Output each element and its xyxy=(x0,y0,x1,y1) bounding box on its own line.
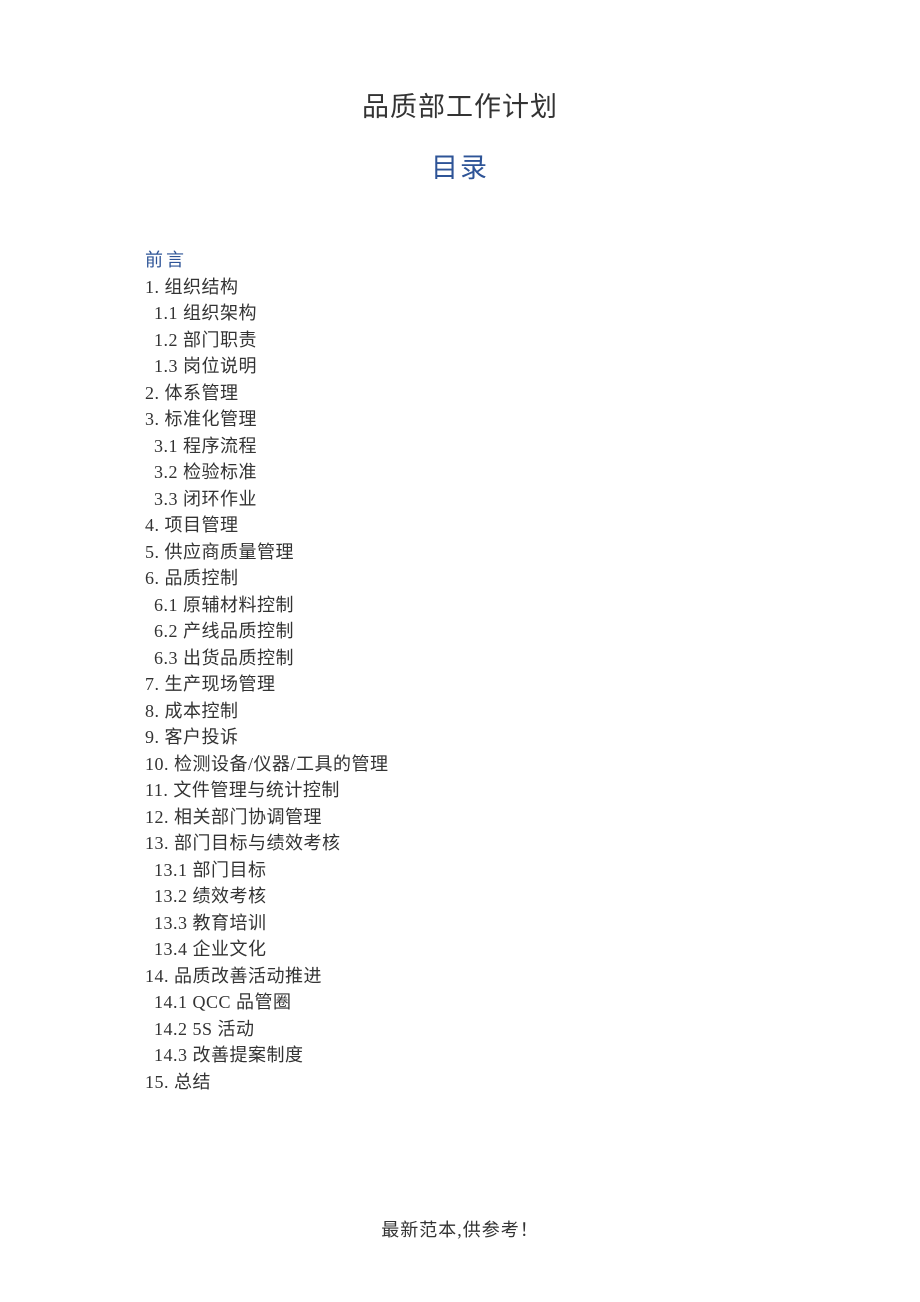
toc-item: 3. 标准化管理 xyxy=(145,406,775,433)
toc-item: 1.1 组织架构 xyxy=(145,300,775,327)
toc-item: 6.1 原辅材料控制 xyxy=(145,592,775,619)
toc-item: 1. 组织结构 xyxy=(145,274,775,301)
toc-item: 3.2 检验标准 xyxy=(145,459,775,486)
toc-item: 14. 品质改善活动推进 xyxy=(145,963,775,990)
toc-item: 3.3 闭环作业 xyxy=(145,486,775,513)
toc-item: 11. 文件管理与统计控制 xyxy=(145,777,775,804)
toc-item: 13.4 企业文化 xyxy=(145,936,775,963)
toc-item: 6.2 产线品质控制 xyxy=(145,618,775,645)
toc-item: 13. 部门目标与绩效考核 xyxy=(145,830,775,857)
document-subtitle: 目录 xyxy=(145,146,775,185)
toc-list: 1. 组织结构1.1 组织架构1.2 部门职责1.3 岗位说明2. 体系管理3.… xyxy=(145,274,775,1096)
toc-item: 6. 品质控制 xyxy=(145,565,775,592)
toc-item: 13.1 部门目标 xyxy=(145,857,775,884)
toc-item: 13.3 教育培训 xyxy=(145,910,775,937)
toc-item: 1.2 部门职责 xyxy=(145,327,775,354)
toc-item: 3.1 程序流程 xyxy=(145,433,775,460)
toc-preface: 前言 xyxy=(145,247,775,274)
toc-item: 7. 生产现场管理 xyxy=(145,671,775,698)
toc-item: 14.1 QCC 品管圈 xyxy=(145,989,775,1016)
toc-item: 9. 客户投诉 xyxy=(145,724,775,751)
toc-item: 10. 检测设备/仪器/工具的管理 xyxy=(145,751,775,778)
document-page: 品质部工作计划 目录 前言 1. 组织结构1.1 组织架构1.2 部门职责1.3… xyxy=(0,0,920,1095)
document-title: 品质部工作计划 xyxy=(145,85,775,124)
toc-item: 14.3 改善提案制度 xyxy=(145,1042,775,1069)
table-of-contents: 前言 1. 组织结构1.1 组织架构1.2 部门职责1.3 岗位说明2. 体系管… xyxy=(145,247,775,1095)
toc-item: 5. 供应商质量管理 xyxy=(145,539,775,566)
toc-item: 12. 相关部门协调管理 xyxy=(145,804,775,831)
page-footer: 最新范本,供参考！ xyxy=(0,1216,920,1242)
toc-item: 6.3 出货品质控制 xyxy=(145,645,775,672)
toc-item: 13.2 绩效考核 xyxy=(145,883,775,910)
toc-item: 1.3 岗位说明 xyxy=(145,353,775,380)
toc-item: 8. 成本控制 xyxy=(145,698,775,725)
toc-item: 14.2 5S 活动 xyxy=(145,1016,775,1043)
toc-item: 4. 项目管理 xyxy=(145,512,775,539)
toc-item: 15. 总结 xyxy=(145,1069,775,1096)
toc-item: 2. 体系管理 xyxy=(145,380,775,407)
